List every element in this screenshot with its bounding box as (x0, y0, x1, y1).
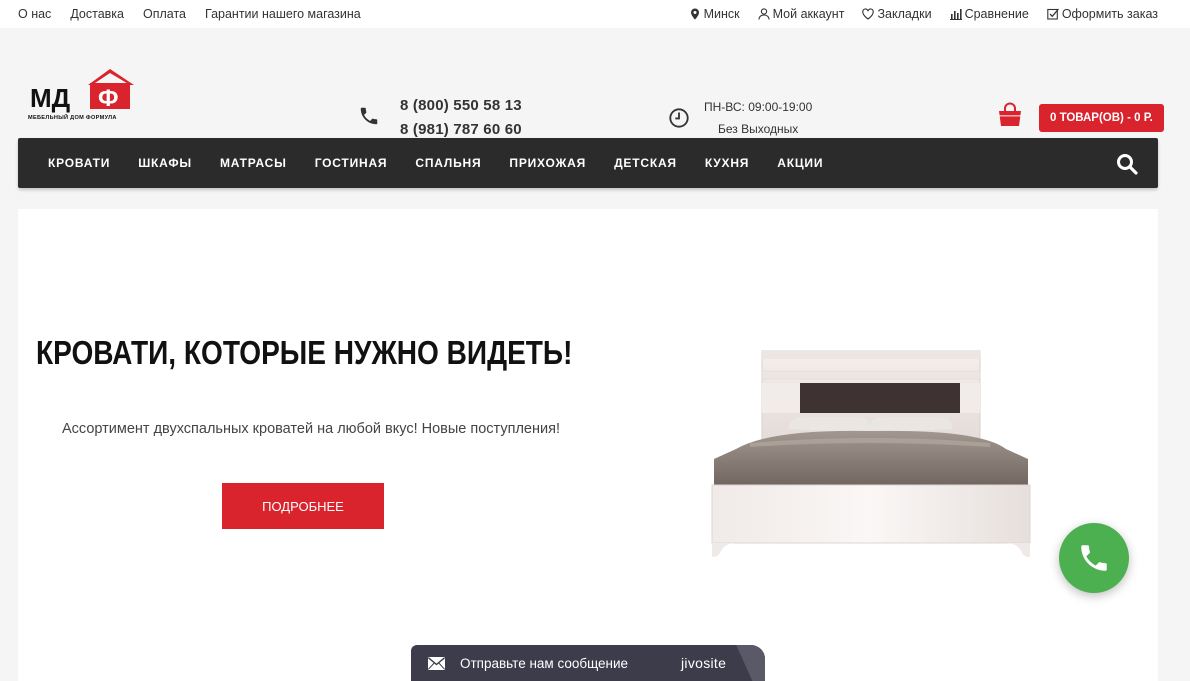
top-user-links: Минск Мой аккаунт Закладки Сравнение Офо… (689, 7, 1158, 21)
checkout-label: Оформить заказ (1061, 7, 1158, 21)
search-icon[interactable] (1116, 153, 1138, 175)
link-payment[interactable]: Оплата (143, 7, 186, 21)
checkbox-icon (1047, 8, 1059, 20)
working-hours: ПН-ВС: 09:00-19:00 Без Выходных (668, 96, 812, 140)
link-about[interactable]: О нас (18, 7, 51, 21)
hero-title: КРОВАТИ, КОТОРЫЕ НУЖНО ВИДЕТЬ! (36, 334, 573, 371)
account-label: Мой аккаунт (772, 7, 845, 21)
phone-icon (1081, 545, 1107, 571)
hero-banner: КРОВАТИ, КОТОРЫЕ НУЖНО ВИДЕТЬ! Ассортиме… (18, 209, 1158, 681)
nav-item-kitchen[interactable]: КУХНЯ (705, 156, 749, 170)
city-link[interactable]: Минск (689, 7, 740, 21)
top-bar: О нас Доставка Оплата Гарантии нашего ма… (0, 0, 1190, 28)
chat-message: Отправьте нам сообщение (460, 655, 629, 671)
hero-subtitle: Ассортимент двухспальных кроватей на люб… (62, 421, 560, 437)
chat-brand: jivosite (681, 655, 727, 671)
chat-widget[interactable]: Отправьте нам сообщение jivosite (411, 645, 765, 681)
cart-button[interactable]: 0 ТОВАР(ОВ) - 0 Р. (1039, 103, 1164, 132)
bed-image (711, 350, 1031, 557)
more-button[interactable]: ПОДРОБНЕЕ (222, 483, 384, 529)
compare-label: Сравнение (964, 7, 1029, 21)
nav-item-kids[interactable]: ДЕТСКАЯ (614, 156, 677, 170)
compare-link[interactable]: Сравнение (949, 7, 1029, 21)
shopping-bag-icon[interactable] (997, 102, 1023, 133)
nav-item-bedroom[interactable]: СПАЛЬНЯ (415, 156, 481, 170)
account-link[interactable]: Мой аккаунт (758, 7, 845, 21)
envelope-icon (428, 656, 445, 670)
city-label: Минск (703, 7, 740, 21)
svg-text:Ф: Ф (98, 85, 118, 112)
top-links: О нас Доставка Оплата Гарантии нашего ма… (18, 7, 361, 21)
hours-text: ПН-ВС: 09:00-19:00 Без Выходных (704, 96, 812, 140)
hours-line-1: ПН-ВС: 09:00-19:00 (704, 100, 813, 114)
nav-item-promo[interactable]: АКЦИИ (777, 156, 823, 170)
bookmarks-link[interactable]: Закладки (862, 7, 932, 21)
main-nav: КРОВАТИ ШКАФЫ МАТРАСЫ ГОСТИНАЯ СПАЛЬНЯ П… (18, 138, 1158, 188)
phone-numbers: 8 (800) 550 58 13 8 (981) 787 60 60 (400, 94, 522, 142)
link-delivery[interactable]: Доставка (70, 7, 124, 21)
nav-item-wardrobes[interactable]: ШКАФЫ (138, 156, 192, 170)
clock-icon (669, 108, 689, 128)
phone-1[interactable]: 8 (800) 550 58 13 (400, 94, 522, 118)
bar-chart-icon (949, 9, 962, 20)
header: МД Ф МЕБЕЛЬНЫЙ ДОМ ФОРМУЛА 8 (800) 550 5… (0, 28, 1190, 138)
cart: 0 ТОВАР(ОВ) - 0 Р. (997, 102, 1164, 133)
contacts: 8 (800) 550 58 13 8 (981) 787 60 60 (358, 94, 522, 142)
chat-corner (736, 645, 765, 681)
heart-icon (862, 8, 875, 20)
call-button[interactable] (1059, 523, 1129, 593)
map-marker-icon (690, 8, 699, 20)
bookmarks-label: Закладки (877, 7, 932, 21)
nav-item-mattresses[interactable]: МАТРАСЫ (220, 156, 287, 170)
link-guarantees[interactable]: Гарантии нашего магазина (205, 7, 361, 21)
svg-text:МЕБЕЛЬНЫЙ ДОМ ФОРМУЛА: МЕБЕЛЬНЫЙ ДОМ ФОРМУЛА (28, 113, 117, 121)
nav-item-beds[interactable]: КРОВАТИ (48, 156, 110, 170)
phone-icon (358, 105, 380, 132)
user-icon (758, 8, 770, 20)
checkout-link[interactable]: Оформить заказ (1047, 7, 1158, 21)
site-logo[interactable]: МД Ф МЕБЕЛЬНЫЙ ДОМ ФОРМУЛА (26, 67, 138, 127)
logo-icon: МД Ф МЕБЕЛЬНЫЙ ДОМ ФОРМУЛА (28, 69, 134, 121)
nav-item-hallway[interactable]: ПРИХОЖАЯ (509, 156, 586, 170)
nav-item-living-room[interactable]: ГОСТИНАЯ (315, 156, 388, 170)
hours-line-2: Без Выходных (718, 122, 799, 136)
svg-text:МД: МД (30, 83, 71, 113)
